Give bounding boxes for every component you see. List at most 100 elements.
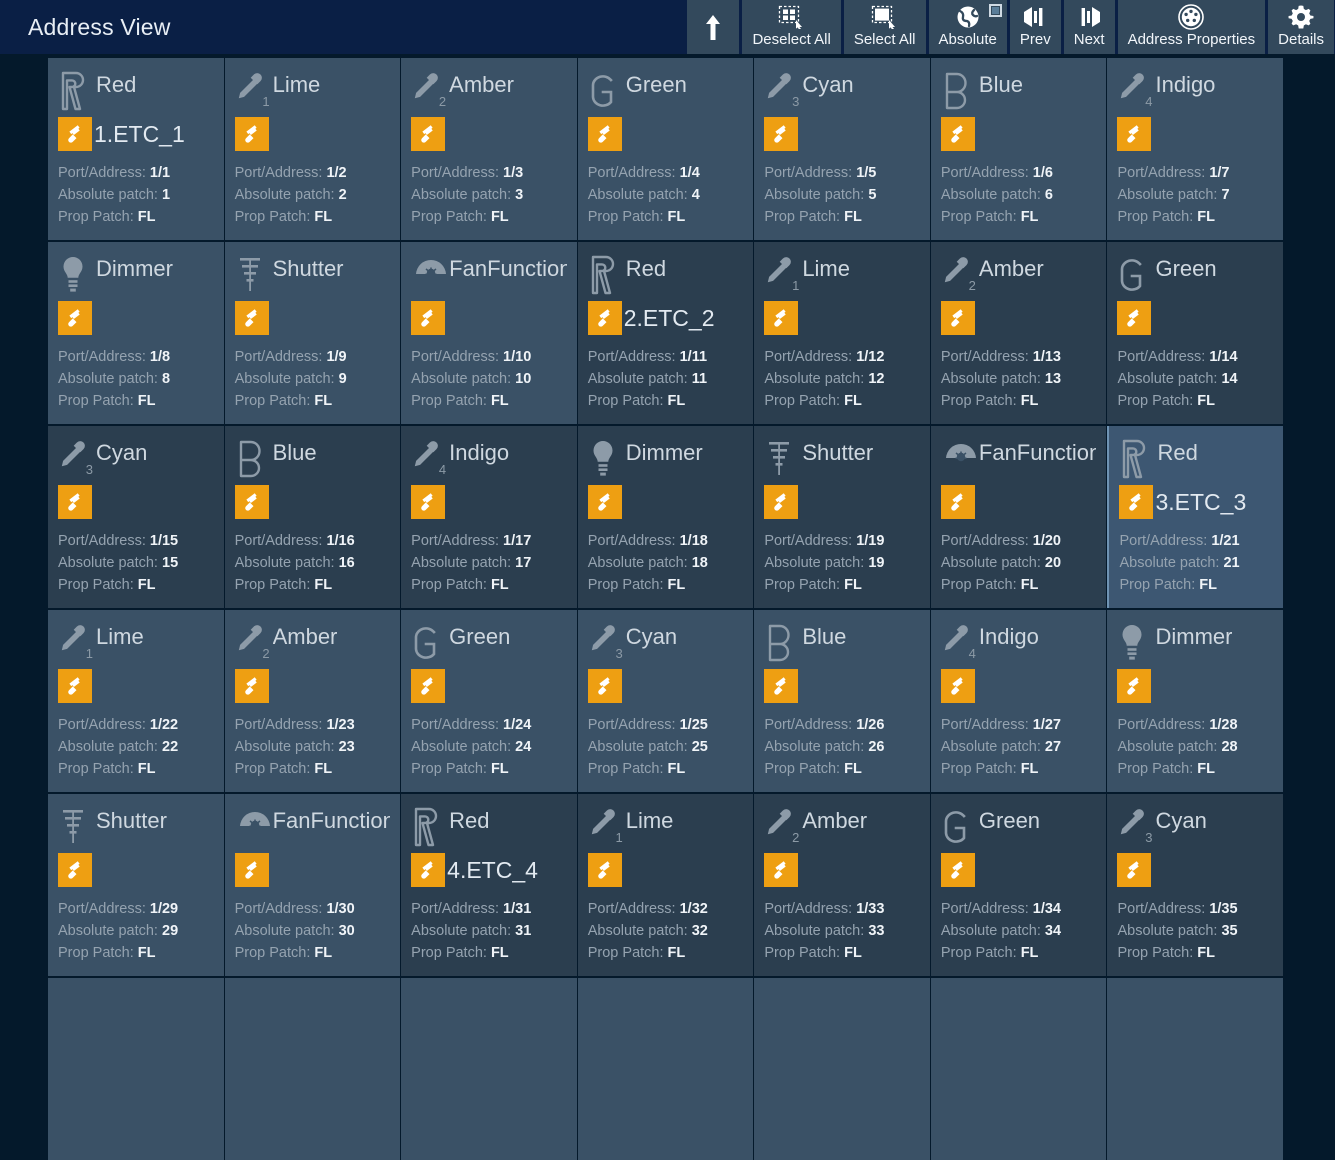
address-cell[interactable] — [577, 978, 754, 1160]
patch-tool-icon[interactable] — [234, 853, 269, 887]
patch-tool-icon[interactable] — [587, 853, 622, 887]
patch-tool-icon[interactable] — [411, 117, 446, 151]
patch-tool-icon[interactable] — [940, 853, 975, 887]
address-cell[interactable]: Shutter Port/Address: 1/9 Absolute patch: … — [224, 242, 401, 424]
patch-tool-icon[interactable] — [764, 117, 799, 151]
address-cell[interactable]: Dimmer Port/Address: 1/28 Absolute patch: … — [1107, 610, 1284, 792]
patch-tool-icon[interactable] — [234, 669, 269, 703]
patch-tool-icon[interactable] — [940, 485, 975, 519]
patch-tool-icon[interactable] — [764, 301, 799, 335]
patch-tool-icon[interactable] — [1119, 485, 1154, 519]
up-level-button[interactable] — [686, 0, 741, 54]
patch-tool-icon[interactable] — [1117, 117, 1152, 151]
patch-tool-icon[interactable] — [1117, 301, 1152, 335]
cell-header: 4 Indigo — [941, 622, 1097, 668]
address-cell[interactable]: 4 Indigo Port/Address: 1/27 Absolute patch:… — [930, 610, 1107, 792]
shutter-icon — [235, 254, 269, 296]
select-all-button[interactable]: Select All — [842, 0, 927, 54]
patch-tool-icon[interactable] — [58, 853, 92, 887]
patch-tool-icon[interactable] — [411, 301, 446, 335]
patch-tool-icon[interactable] — [764, 485, 799, 519]
address-cell[interactable]: 4 Indigo Port/Address: 1/17 Absolute patch:… — [401, 426, 577, 608]
port-address-value: 1/21 — [1211, 533, 1240, 549]
address-cell[interactable]: 3 Cyan Port/Address: 1/25 Absolute patch: 2… — [577, 610, 754, 792]
patch-tool-icon[interactable] — [58, 485, 92, 519]
address-cell[interactable]: Dimmer Port/Address: 1/18 Absolute patch: … — [577, 426, 754, 608]
patch-tool-icon[interactable] — [1117, 853, 1152, 887]
address-cell[interactable]: 3 Cyan Port/Address: 1/15 Absolute patch: 1… — [48, 426, 224, 608]
address-cell[interactable]: Blue Port/Address: 1/26 Absolute patch: 26… — [754, 610, 930, 792]
patch-row — [940, 664, 1097, 708]
address-cell[interactable]: 2 Amber Port/Address: 1/23 Absolute patch: … — [224, 610, 401, 792]
patch-tool-icon[interactable] — [764, 669, 799, 703]
address-cell[interactable]: FanFunction Port/Address: 1/10 Absolute pa… — [401, 242, 577, 424]
address-cell[interactable]: 3 Cyan Port/Address: 1/5 Absolute patch: 5P… — [754, 58, 930, 240]
address-cell[interactable]: 1 Lime Port/Address: 1/22 Absolute patch: 2… — [48, 610, 224, 792]
address-cell[interactable]: 2 Amber Port/Address: 1/13 Absolute patch: … — [930, 242, 1107, 424]
patch-tool-icon[interactable] — [58, 117, 92, 151]
absolute-toggle-button[interactable]: Absolute — [927, 0, 1008, 54]
patch-tool-icon[interactable] — [411, 853, 446, 887]
address-cell[interactable] — [1107, 978, 1284, 1160]
address-cell[interactable] — [401, 978, 577, 1160]
prev-button[interactable]: Prev — [1008, 0, 1062, 54]
address-cell[interactable]: Red 3.ETC_3 Port/Address: 1/21 Absolute pat… — [1107, 426, 1284, 608]
address-cell[interactable] — [224, 978, 401, 1160]
absolute-patch-label: Absolute patch: — [411, 187, 512, 203]
patch-tool-icon[interactable] — [940, 301, 975, 335]
address-cell[interactable]: 4 Indigo Port/Address: 1/7 Absolute patch: … — [1107, 58, 1284, 240]
address-cell[interactable]: 1 Lime Port/Address: 1/12 Absolute patch: 1… — [754, 242, 930, 424]
address-cell[interactable]: Shutter Port/Address: 1/29 Absolute patch:… — [48, 794, 224, 976]
address-cell[interactable]: Green Port/Address: 1/34 Absolute patch: 3… — [930, 794, 1107, 976]
address-cell[interactable]: 1 Lime Port/Address: 1/2 Absolute patch: 2P… — [224, 58, 401, 240]
address-cell[interactable]: Shutter Port/Address: 1/19 Absolute patch:… — [754, 426, 930, 608]
address-cell[interactable]: Blue Port/Address: 1/6 Absolute patch: 6 Pr… — [930, 58, 1107, 240]
prop-patch-value: FL — [1197, 761, 1215, 777]
address-cell[interactable]: Green Port/Address: 1/24 Absolute patch: 2… — [401, 610, 577, 792]
patch-tool-icon[interactable] — [411, 669, 446, 703]
address-cell[interactable]: 1 Lime Port/Address: 1/32 Absolute patch: 3… — [577, 794, 754, 976]
next-button[interactable]: Next — [1062, 0, 1116, 54]
patch-tool-icon[interactable] — [587, 485, 622, 519]
address-cell[interactable] — [930, 978, 1107, 1160]
address-cell[interactable]: Green Port/Address: 1/4 Absolute patch: 4P… — [577, 58, 754, 240]
address-cell[interactable]: Dimmer Port/Address: 1/8 Absolute patch: 8… — [48, 242, 224, 424]
prop-patch-line: Prop Patch: FL — [588, 206, 744, 228]
address-cell[interactable]: FanFunction Port/Address: 1/20 Absolute pa… — [930, 426, 1107, 608]
deselect-all-button[interactable]: Deselect All — [741, 0, 842, 54]
address-cell[interactable] — [48, 978, 224, 1160]
address-cell[interactable] — [754, 978, 930, 1160]
patch-tool-icon[interactable] — [234, 301, 269, 335]
address-cell[interactable]: Red 4.ETC_4 Port/Address: 1/31 Absolute pat… — [401, 794, 577, 976]
details-button[interactable]: Details — [1267, 0, 1335, 54]
patch-tool-icon[interactable] — [587, 117, 622, 151]
cell-info: Port/Address: 1/22 Absolute patch: 22 Prop… — [58, 714, 214, 780]
address-cell[interactable]: Blue Port/Address: 1/16 Absolute patch: 16… — [224, 426, 401, 608]
patch-tool-icon[interactable] — [58, 301, 92, 335]
address-cell[interactable]: 2 Amber Port/Address: 1/3 Absolute patch: 3… — [401, 58, 577, 240]
address-cell[interactable]: Red 1.ETC_1 Port/Address: 1/1 Absolute patc… — [48, 58, 224, 240]
patch-tool-icon[interactable] — [940, 669, 975, 703]
patch-tool-icon[interactable] — [764, 853, 799, 887]
port-address-value: 1/1 — [149, 165, 171, 181]
patch-tool-icon[interactable] — [1117, 669, 1152, 703]
port-address-line: Port/Address: 1/17 — [411, 530, 567, 552]
parameter-type-label: Cyan — [802, 72, 854, 97]
patch-tool-icon[interactable] — [587, 669, 622, 703]
address-cell[interactable]: FanFunction Port/Address: 1/30 Absolute pa… — [224, 794, 401, 976]
address-properties-button[interactable]: Address Properties — [1116, 0, 1267, 54]
fixture-label: 3.ETC_3 — [1155, 489, 1247, 515]
address-cell[interactable]: Green Port/Address: 1/14 Absolute patch: 1… — [1107, 242, 1284, 424]
address-cell[interactable]: 2 Amber Port/Address: 1/33 Absolute patch: … — [754, 794, 930, 976]
absolute-patch-value: 19 — [868, 555, 885, 571]
patch-tool-icon[interactable] — [587, 301, 622, 335]
address-cell[interactable]: 3 Cyan Port/Address: 1/35 Absolute patch: 3… — [1107, 794, 1284, 976]
patch-tool-icon[interactable] — [411, 485, 446, 519]
absolute-checkbox[interactable] — [988, 4, 1002, 17]
absolute-patch-value: 33 — [868, 923, 885, 939]
address-cell[interactable]: Red 2.ETC_2 Port/Address: 1/11 Absolute pat… — [577, 242, 754, 424]
patch-tool-icon[interactable] — [58, 669, 92, 703]
patch-tool-icon[interactable] — [234, 485, 269, 519]
patch-tool-icon[interactable] — [940, 117, 975, 151]
patch-tool-icon[interactable] — [234, 117, 269, 151]
